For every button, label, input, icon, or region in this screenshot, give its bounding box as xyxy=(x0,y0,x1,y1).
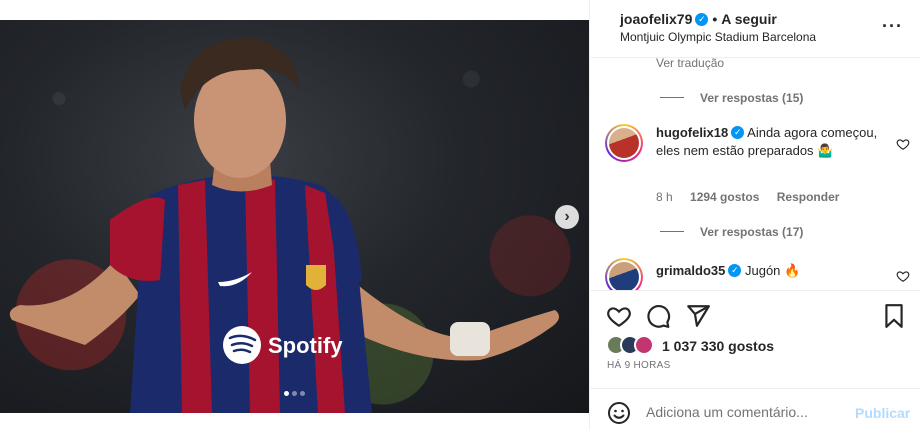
emoji-icon[interactable] xyxy=(607,401,631,425)
following-button[interactable]: A seguir xyxy=(721,11,777,27)
post-side-panel: joaofelix79 ✓ • A seguir Montjuic Olympic S… xyxy=(589,0,920,430)
share-send-icon[interactable] xyxy=(685,303,711,329)
comment-bubble-icon[interactable] xyxy=(645,303,671,329)
post-actions: 1 037 330 gostos HÁ 9 HORAS xyxy=(590,290,920,388)
carousel-dot xyxy=(292,391,297,396)
more-options-icon[interactable]: ··· xyxy=(882,16,903,37)
reply-button[interactable]: Responder xyxy=(777,190,840,204)
avatar[interactable] xyxy=(605,258,643,290)
carousel-dot xyxy=(284,391,289,396)
separator-dot: • xyxy=(712,11,718,27)
post-location[interactable]: Montjuic Olympic Stadium Barcelona xyxy=(620,30,816,44)
see-translation-link[interactable]: Ver tradução xyxy=(656,58,724,70)
comments-list[interactable]: Ver tradução Ver respostas (15) hugofeli… xyxy=(590,58,920,290)
like-heart-icon[interactable] xyxy=(606,303,632,329)
comment-item: grimaldo35 ✓ Jugón 🔥 xyxy=(605,258,910,290)
comment-text: hugofelix18 ✓ Ainda agora começou, eles n… xyxy=(656,125,878,158)
publish-button[interactable]: Publicar xyxy=(855,405,910,421)
player-photo: Spotify xyxy=(9,38,559,413)
carousel-next-button[interactable]: › xyxy=(555,205,579,229)
view-replies-button[interactable]: Ver respostas (17) xyxy=(660,224,803,239)
carousel-indicator xyxy=(0,383,589,401)
post-header: joaofelix79 ✓ • A seguir Montjuic Olympic S… xyxy=(590,0,920,58)
avatar[interactable] xyxy=(605,124,643,162)
avatar xyxy=(634,335,654,355)
verified-badge-icon: ✓ xyxy=(731,126,745,140)
save-bookmark-icon[interactable] xyxy=(881,303,907,329)
view-replies-button[interactable]: Ver respostas (15) xyxy=(660,90,803,105)
comment-username[interactable]: grimaldo35 xyxy=(656,263,725,278)
add-comment-bar: Publicar xyxy=(590,388,920,430)
comment-item: hugofelix18 ✓ Ainda agora começou, eles n… xyxy=(605,124,910,214)
sponsor-text: Spotify xyxy=(268,333,343,358)
replies-divider xyxy=(660,97,684,99)
post-timestamp[interactable]: HÁ 9 HORAS xyxy=(607,360,671,371)
post-author-username[interactable]: joaofelix79 ✓ • A seguir xyxy=(620,11,777,27)
carousel-dot xyxy=(300,391,305,396)
replies-divider xyxy=(660,231,684,233)
comment-username[interactable]: hugofelix18 xyxy=(656,125,728,140)
comment-emoji: 🤷‍♂️ xyxy=(817,143,834,158)
comment-time: 8 h xyxy=(656,190,673,204)
like-comment-heart-icon[interactable] xyxy=(896,269,910,283)
post-media[interactable]: Spotify › xyxy=(0,20,589,413)
verified-badge-icon: ✓ xyxy=(728,264,742,278)
comment-likes[interactable]: 1294 gostos xyxy=(690,190,759,204)
verified-badge-icon: ✓ xyxy=(695,12,709,26)
comment-emoji: 🔥 xyxy=(784,263,801,278)
comment-meta: 8 h 1294 gostos Responder xyxy=(656,190,853,204)
comment-input[interactable] xyxy=(646,401,846,423)
likes-count[interactable]: 1 037 330 gostos xyxy=(662,338,774,354)
like-comment-heart-icon[interactable] xyxy=(896,137,910,151)
comment-text: grimaldo35 ✓ Jugón 🔥 xyxy=(656,263,801,278)
